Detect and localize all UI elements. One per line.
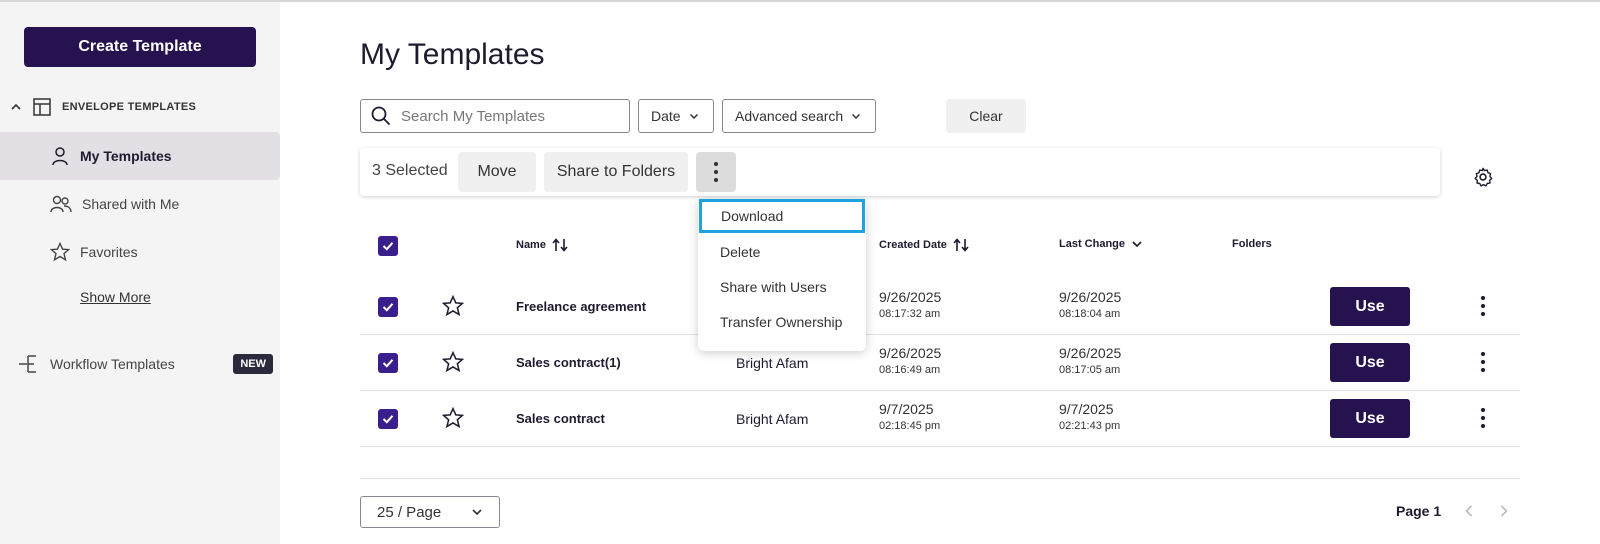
sort-icon (953, 238, 969, 252)
star-icon[interactable] (442, 295, 464, 317)
created-date: 9/26/2025 08:16:49 am (879, 345, 942, 376)
show-more-link[interactable]: Show More (80, 289, 151, 305)
more-actions-menu: Download Delete Share with Users Transfe… (698, 199, 866, 351)
new-badge: NEW (233, 354, 273, 374)
advanced-search-dropdown[interactable]: Advanced search (722, 99, 876, 133)
chevron-down-icon (689, 111, 699, 121)
use-button[interactable]: Use (1330, 399, 1410, 438)
column-label: Created Date (879, 239, 947, 251)
table-row[interactable]: Sales contract Bright Afam 9/7/2025 02:1… (360, 391, 1520, 447)
gear-icon[interactable] (1472, 166, 1494, 188)
create-template-button[interactable]: Create Template (24, 27, 256, 67)
more-vertical-icon[interactable] (1480, 407, 1486, 429)
selected-count: 3 Selected (372, 162, 448, 179)
star-icon[interactable] (442, 351, 464, 373)
sidebar-item-workflow-templates[interactable]: Workflow Templates NEW (18, 352, 273, 376)
advanced-search-label: Advanced search (735, 108, 844, 124)
star-icon (50, 242, 70, 262)
row-checkbox[interactable] (378, 409, 398, 429)
table-row[interactable]: Freelance agreement 9/26/2025 08:17:32 a… (360, 279, 1520, 335)
menu-item-share-with-users[interactable]: Share with Users (698, 270, 866, 304)
column-label: Folders (1232, 238, 1272, 250)
move-button[interactable]: Move (458, 152, 536, 192)
clear-button[interactable]: Clear (946, 99, 1026, 133)
page-size-label: 25 / Page (377, 503, 442, 521)
template-layout-icon (32, 97, 52, 117)
chevron-down-icon (1131, 239, 1143, 249)
people-icon (50, 194, 72, 214)
workflow-label: Workflow Templates (50, 356, 175, 372)
sidebar-item-label: My Templates (80, 148, 172, 164)
menu-item-transfer-ownership[interactable]: Transfer Ownership (698, 305, 866, 339)
date-filter-dropdown[interactable]: Date (638, 99, 714, 133)
search-input[interactable] (401, 107, 601, 125)
chevron-right-icon[interactable] (1499, 504, 1509, 518)
column-header-name[interactable]: Name (516, 238, 568, 252)
template-name[interactable]: Sales contract (516, 411, 605, 426)
template-name[interactable]: Freelance agreement (516, 299, 646, 314)
chevron-left-icon[interactable] (1464, 504, 1474, 518)
created-date: 9/7/2025 02:18:45 pm (879, 401, 941, 432)
column-label: Name (516, 239, 546, 251)
more-vertical-icon[interactable] (1480, 295, 1486, 317)
column-header-folders: Folders (1232, 238, 1272, 250)
column-label: Last Change (1059, 238, 1126, 250)
share-to-folders-button[interactable]: Share to Folders (544, 152, 688, 192)
template-owner: Bright Afam (736, 411, 809, 427)
more-vertical-icon[interactable] (1480, 351, 1486, 373)
page-title: My Templates (360, 38, 545, 71)
use-button[interactable]: Use (1330, 287, 1410, 326)
sidebar-item-label: Shared with Me (82, 196, 180, 212)
column-header-last-change[interactable]: Last Change (1059, 238, 1143, 250)
sidebar: Create Template ENVELOPE TEMPLATES My Te… (0, 2, 280, 544)
last-change-date: 9/26/2025 08:17:05 am (1059, 345, 1122, 376)
page-size-select[interactable]: 25 / Page (360, 496, 500, 528)
select-all-checkbox[interactable] (378, 236, 398, 256)
footer-divider (360, 478, 1520, 479)
chevron-down-icon (471, 507, 483, 517)
use-button[interactable]: Use (1330, 343, 1410, 382)
workflow-icon (18, 354, 40, 374)
date-filter-label: Date (651, 108, 681, 124)
chevron-down-icon (851, 111, 861, 121)
section-label: ENVELOPE TEMPLATES (62, 101, 197, 113)
last-change-date: 9/7/2025 02:21:43 pm (1059, 401, 1121, 432)
page-indicator: Page 1 (1396, 503, 1442, 519)
template-owner: Bright Afam (736, 355, 809, 371)
search-box[interactable] (360, 99, 630, 133)
more-vertical-icon (713, 161, 719, 183)
selection-bar: 3 Selected Move Share to Folders (360, 148, 1440, 196)
menu-item-download[interactable]: Download (699, 199, 865, 233)
column-header-created-date[interactable]: Created Date (879, 238, 969, 252)
row-checkbox[interactable] (378, 297, 398, 317)
more-actions-button[interactable] (696, 152, 736, 192)
person-icon (50, 146, 70, 166)
sidebar-item-my-templates[interactable]: My Templates (0, 132, 280, 180)
envelope-templates-section[interactable]: ENVELOPE TEMPLATES (10, 96, 196, 118)
row-checkbox[interactable] (378, 353, 398, 373)
last-change-date: 9/26/2025 08:18:04 am (1059, 289, 1122, 320)
sidebar-item-favorites[interactable]: Favorites (0, 228, 280, 276)
sidebar-item-shared-with-me[interactable]: Shared with Me (0, 180, 280, 228)
search-icon (371, 106, 391, 126)
menu-item-delete[interactable]: Delete (698, 235, 866, 269)
created-date: 9/26/2025 08:17:32 am (879, 289, 942, 320)
table-row[interactable]: Sales contract(1) Bright Afam 9/26/2025 … (360, 335, 1520, 391)
star-icon[interactable] (442, 407, 464, 429)
sidebar-item-label: Favorites (80, 244, 138, 260)
sort-icon (552, 238, 568, 252)
chevron-up-icon[interactable] (10, 101, 22, 113)
template-name[interactable]: Sales contract(1) (516, 355, 621, 370)
